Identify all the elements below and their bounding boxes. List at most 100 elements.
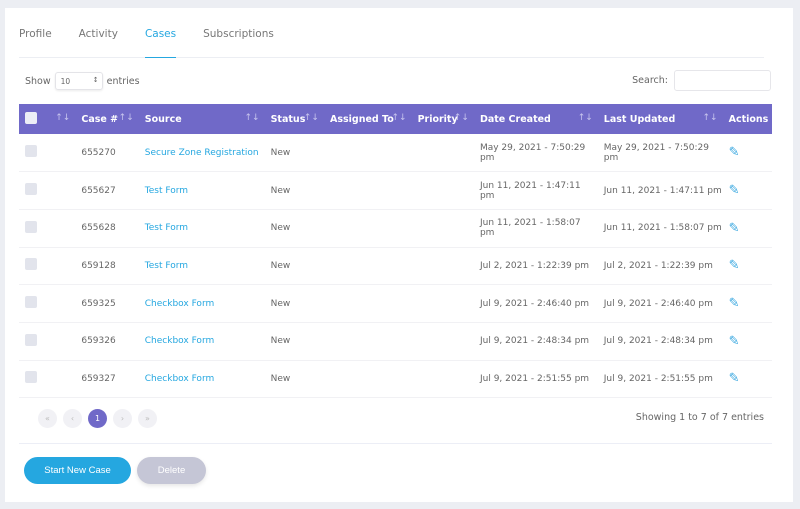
row-checkbox[interactable]	[25, 145, 37, 158]
priority	[411, 209, 474, 248]
assigned-to	[323, 134, 412, 173]
edit-pencil-icon[interactable]: ✎	[729, 183, 740, 198]
source-link[interactable]: Secure Zone Registration	[145, 148, 259, 158]
source-link[interactable]: Test Form	[145, 223, 188, 233]
sort-icon[interactable]: ↑↓	[703, 113, 718, 123]
status: New	[264, 360, 324, 399]
edit-pencil-icon[interactable]: ✎	[729, 296, 740, 311]
column-header[interactable]: Priority ↑↓	[411, 104, 474, 134]
column-header[interactable]: Last Updated ↑↓	[597, 104, 723, 134]
status: New	[264, 247, 324, 286]
case-number: 655270	[75, 134, 139, 173]
entries-select[interactable]: 10	[54, 72, 103, 90]
table-row: 659128 Test Form New Jul 2, 2021 - 1:22:…	[19, 247, 772, 286]
edit-pencil-icon[interactable]: ✎	[729, 145, 740, 160]
edit-pencil-icon[interactable]: ✎	[729, 258, 740, 273]
status: New	[264, 284, 324, 323]
tabs: Profile Activity Cases Subscriptions	[19, 28, 764, 58]
column-label: Last Updated	[603, 113, 676, 125]
row-checkbox[interactable]	[25, 333, 37, 346]
column-header[interactable]: Assigned To ↑↓	[323, 104, 412, 134]
edit-pencil-icon[interactable]: ✎	[729, 334, 740, 349]
priority	[411, 360, 474, 399]
last-page-button[interactable]: »	[138, 409, 157, 428]
divider	[19, 443, 772, 444]
tab-subscriptions[interactable]: Subscriptions	[203, 28, 274, 58]
date-created: Jun 11, 2021 - 1:58:07 pm	[473, 209, 598, 248]
entries-label: entries	[106, 75, 140, 87]
row-checkbox[interactable]	[25, 183, 37, 196]
tab-activity[interactable]: Activity	[79, 28, 118, 58]
table-row: 655628 Test Form New Jun 11, 2021 - 1:58…	[19, 209, 772, 248]
assigned-to	[323, 247, 412, 286]
date-created: Jun 11, 2021 - 1:47:11 pm	[473, 171, 598, 210]
assigned-to	[323, 322, 412, 361]
row-checkbox[interactable]	[25, 258, 37, 271]
table-info: Showing 1 to 7 of 7 entries	[635, 412, 764, 423]
prev-page-button[interactable]: ‹	[63, 409, 82, 428]
case-number: 655627	[75, 171, 139, 210]
column-label: Actions	[728, 113, 769, 125]
column-label: Status	[270, 113, 306, 125]
tab-profile[interactable]: Profile	[19, 28, 52, 58]
column-header[interactable]: Status ↑↓	[264, 104, 324, 134]
row-checkbox[interactable]	[25, 371, 37, 384]
delete-button[interactable]: Delete	[137, 457, 206, 484]
status: New	[264, 171, 324, 210]
search-label: Search:	[632, 75, 668, 86]
column-header[interactable]: Source ↑↓	[138, 104, 265, 134]
status: New	[264, 322, 324, 361]
date-created: Jul 9, 2021 - 2:51:55 pm	[473, 360, 598, 399]
sort-icon[interactable]: ↑↓	[304, 113, 319, 123]
assigned-to	[323, 209, 412, 248]
sort-icon[interactable]: ↑↓	[454, 113, 469, 123]
row-checkbox[interactable]	[25, 220, 37, 233]
case-number: 659325	[75, 284, 139, 323]
date-created: Jul 9, 2021 - 2:46:40 pm	[473, 284, 598, 323]
table-row: 659325 Checkbox Form New Jul 9, 2021 - 2…	[19, 284, 772, 323]
column-label: Priority	[417, 113, 458, 125]
column-header[interactable]: Case # ↑↓	[75, 104, 139, 134]
source-link[interactable]: Checkbox Form	[145, 299, 215, 309]
start-new-case-button[interactable]: Start New Case	[24, 457, 131, 484]
source-link[interactable]: Test Form	[145, 261, 188, 271]
column-label: Case #	[81, 113, 119, 125]
case-number: 659128	[75, 247, 139, 286]
case-number: 655628	[75, 209, 139, 248]
page-1-button[interactable]: 1	[88, 409, 107, 428]
sort-icon[interactable]: ↑↓	[55, 113, 70, 123]
date-created: Jul 9, 2021 - 2:48:34 pm	[473, 322, 598, 361]
column-label: Source	[144, 113, 182, 125]
select-all-checkbox[interactable]	[25, 111, 37, 124]
source-link[interactable]: Test Form	[145, 186, 188, 196]
tab-cases[interactable]: Cases	[144, 28, 177, 58]
sort-icon[interactable]: ↑↓	[391, 113, 406, 123]
row-checkbox[interactable]	[25, 296, 37, 309]
priority	[411, 247, 474, 286]
date-created: May 29, 2021 - 7:50:29 pm	[473, 134, 598, 173]
source-link[interactable]: Checkbox Form	[145, 374, 215, 384]
edit-pencil-icon[interactable]: ✎	[729, 371, 740, 386]
case-number: 659327	[75, 360, 139, 399]
date-created: Jul 2, 2021 - 1:22:39 pm	[473, 247, 598, 286]
column-header[interactable]: Date Created ↑↓	[473, 104, 598, 134]
sort-icon[interactable]: ↑↓	[578, 113, 593, 123]
cases-table: ↑↓ Case # ↑↓ Source ↑↓ Status ↑↓ Assigned To ↑↓ P…	[19, 104, 772, 399]
column-header[interactable]: ↑↓	[19, 104, 76, 134]
priority	[411, 284, 474, 323]
first-page-button[interactable]: «	[38, 409, 57, 428]
sort-icon[interactable]: ↑↓	[119, 113, 134, 123]
sort-icon[interactable]: ↑↓	[245, 113, 260, 123]
search: Search:	[632, 70, 771, 91]
next-page-button[interactable]: ›	[113, 409, 132, 428]
source-link[interactable]: Checkbox Form	[145, 336, 215, 346]
edit-pencil-icon[interactable]: ✎	[729, 221, 740, 236]
search-input[interactable]	[674, 70, 771, 91]
last-updated: Jul 9, 2021 - 2:51:55 pm	[597, 360, 723, 399]
last-updated: Jul 9, 2021 - 2:46:40 pm	[597, 284, 723, 323]
table-row: 659327 Checkbox Form New Jul 9, 2021 - 2…	[19, 360, 772, 399]
status: New	[264, 134, 324, 173]
table-row: 655627 Test Form New Jun 11, 2021 - 1:47…	[19, 171, 772, 210]
priority	[411, 171, 474, 210]
column-header[interactable]: Actions	[722, 104, 772, 134]
